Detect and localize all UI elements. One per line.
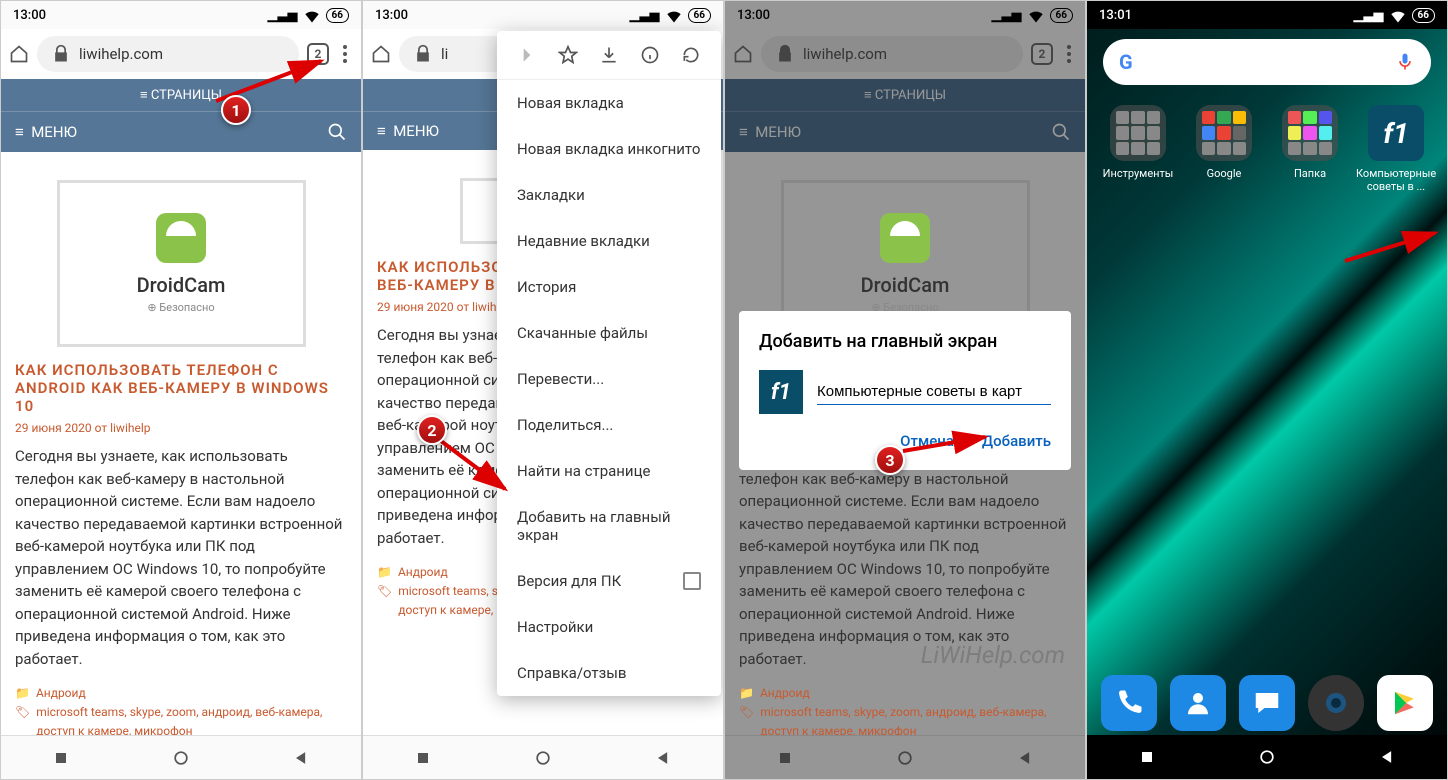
pages-link[interactable]: ≡ СТРАНИЦЫ — [1, 79, 361, 112]
browser-address-bar: liwihelp.com 2 — [1, 29, 361, 79]
droidcam-title: DroidCam — [80, 273, 283, 297]
android-nav-bar — [363, 735, 723, 779]
dialog-title: Добавить на главный экран — [759, 331, 1051, 352]
phone-screenshot-3: 13:00 ▁▃▅66 liwihelp.com 2 ≡ СТРАНИЦЫ ≡ … — [724, 0, 1086, 780]
step-badge-3: 3 — [875, 445, 905, 475]
camera-app-icon[interactable] — [1308, 675, 1364, 731]
forward-icon[interactable] — [517, 45, 537, 65]
category[interactable]: Андроид — [36, 684, 86, 703]
article-image: DroidCam ⊕ Безопасно — [57, 180, 306, 347]
app-shortcut[interactable]: f1 Компьютерные советы в ... — [1356, 105, 1436, 193]
menu-bookmarks[interactable]: Закладки — [497, 172, 721, 218]
article-title[interactable]: КАК ИСПОЛЬЗОВАТЬ ТЕЛЕФОН С ANDROID КАК В… — [15, 361, 347, 415]
step-badge-2: 2 — [417, 415, 447, 445]
step-badge-1: 1 — [221, 95, 251, 125]
nav-home-icon[interactable] — [171, 748, 191, 768]
browser-menu-dropdown: Новая вкладка Новая вкладка инкогнито За… — [497, 31, 721, 696]
phone-screenshot-1: 13:00 ▁▃▅ 66 liwihelp.com 2 ≡ СТРАНИЦЫ ≡… — [0, 0, 362, 780]
tag-icon: 🏷 — [15, 703, 30, 722]
droidcam-icon — [156, 213, 206, 263]
battery: 66 — [326, 8, 349, 23]
folder-icon: 📁 — [15, 684, 30, 703]
add-to-home-dialog: Добавить на главный экран f1 Отмена Доба… — [739, 311, 1071, 470]
menu-find[interactable]: Найти на странице — [497, 448, 721, 494]
menu-translate[interactable]: Перевести... — [497, 356, 721, 402]
add-button[interactable]: Добавить — [982, 432, 1051, 450]
article-body: Сегодня вы узнаете, как использовать тел… — [15, 445, 347, 670]
status-bar: 13:00 ▁▃▅ 66 — [363, 1, 723, 29]
red-arrow-4 — [1337, 227, 1447, 267]
contacts-app-icon[interactable] — [1170, 675, 1226, 731]
shortcut-name-input[interactable] — [817, 379, 1051, 405]
folder-tools[interactable]: Инструменты — [1098, 105, 1178, 193]
wifi-icon — [302, 5, 322, 25]
menu-history[interactable]: История — [497, 264, 721, 310]
status-bar: 13:00 ▁▃▅ 66 — [1, 1, 361, 29]
time: 13:00 — [13, 8, 46, 23]
menu-settings[interactable]: Настройки — [497, 604, 721, 650]
folder-google[interactable]: Google — [1184, 105, 1264, 193]
f1-icon: f1 — [759, 370, 803, 414]
desktop-checkbox[interactable] — [683, 572, 701, 590]
nav-recent-icon[interactable] — [51, 748, 71, 768]
menu-help[interactable]: Справка/отзыв — [497, 650, 721, 696]
signal-icon: ▁▃▅ — [268, 8, 298, 23]
menu-label[interactable]: ≡ МЕНЮ — [15, 123, 77, 141]
menu-new-tab[interactable]: Новая вкладка — [497, 80, 721, 126]
tabs-button[interactable]: 2 — [307, 43, 329, 65]
google-search-widget[interactable]: G — [1103, 39, 1431, 85]
lock-icon — [413, 44, 433, 64]
lock-icon — [51, 44, 71, 64]
url-text: liwihelp.com — [79, 45, 163, 63]
menu-incognito[interactable]: Новая вкладка инкогнито — [497, 126, 721, 172]
more-menu-button[interactable] — [337, 45, 353, 63]
menu-share[interactable]: Поделиться... — [497, 402, 721, 448]
url-field[interactable]: liwihelp.com — [37, 36, 299, 72]
phone-screenshot-2: 13:00 ▁▃▅ 66 li ≡ СТРАНИЦЫ ≡ МЕНЮ КАК ИС… — [362, 0, 724, 780]
download-icon[interactable] — [599, 45, 619, 65]
cancel-button[interactable]: Отмена — [900, 432, 954, 450]
status-bar: 13:01 ▁▃▅66 — [1087, 1, 1447, 29]
safe-badge: ⊕ Безопасно — [80, 301, 283, 314]
play-store-icon[interactable] — [1377, 675, 1433, 731]
menu-add-home[interactable]: Добавить на главный экран — [497, 494, 721, 558]
status-bar: 13:00 ▁▃▅66 — [725, 1, 1085, 29]
watermark: LiWiHelp.com — [921, 641, 1065, 669]
dock — [1087, 675, 1447, 731]
reload-icon[interactable] — [681, 45, 701, 65]
f1-app-icon: f1 — [1368, 105, 1424, 161]
folder-misc[interactable]: Папка — [1270, 105, 1350, 193]
messages-app-icon[interactable] — [1239, 675, 1295, 731]
menu-downloads[interactable]: Скачанные файлы — [497, 310, 721, 356]
home-icon[interactable] — [371, 44, 391, 64]
google-logo-icon: G — [1119, 50, 1133, 74]
home-icon[interactable] — [9, 44, 29, 64]
menu-desktop[interactable]: Версия для ПК — [497, 558, 721, 604]
info-icon[interactable] — [640, 45, 660, 65]
article-meta: 29 июня 2020 от liwihelp — [15, 421, 347, 435]
mic-icon[interactable] — [1395, 52, 1415, 72]
search-icon[interactable] — [327, 122, 347, 142]
phone-screenshot-4: 13:01 ▁▃▅66 G Инструменты Google Папка f… — [1086, 0, 1448, 780]
phone-app-icon[interactable] — [1101, 675, 1157, 731]
nav-back-icon[interactable] — [291, 748, 311, 768]
menu-recent-tabs[interactable]: Недавние вкладки — [497, 218, 721, 264]
star-icon[interactable] — [558, 45, 578, 65]
android-nav-bar — [1, 735, 361, 779]
